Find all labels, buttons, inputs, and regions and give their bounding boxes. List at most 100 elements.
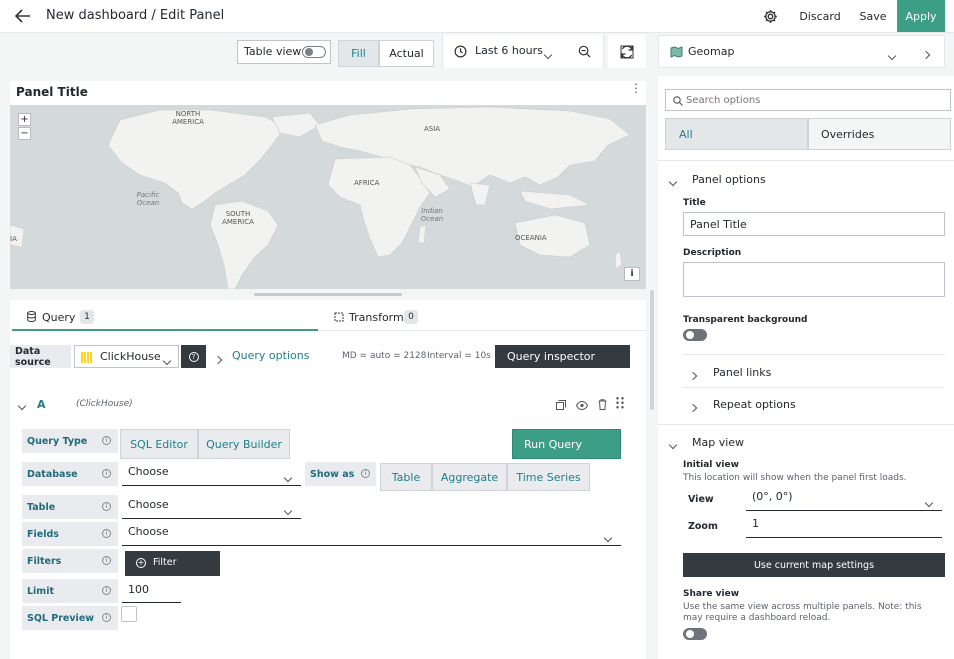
data-source-label: Data source bbox=[10, 345, 71, 368]
description-textarea[interactable] bbox=[683, 262, 945, 297]
map-label-pacific: Pacific Ocean bbox=[136, 191, 160, 207]
tab-query-label: Query bbox=[42, 311, 76, 324]
share-view-hint: Use the same view across multiple panels… bbox=[683, 602, 922, 623]
drag-handle-icon[interactable] bbox=[615, 396, 625, 410]
table-value: Choose bbox=[128, 498, 169, 511]
tab-transform-label: Transform bbox=[349, 311, 404, 324]
description-label: Description bbox=[683, 248, 742, 258]
zoom-out-icon[interactable] bbox=[577, 44, 591, 58]
view-select[interactable]: (0°, 0°) bbox=[746, 487, 942, 511]
save-button[interactable]: Save bbox=[857, 6, 889, 26]
discard-button[interactable]: Discard bbox=[796, 6, 844, 26]
splitter-handle[interactable] bbox=[254, 293, 402, 296]
search-options-input[interactable] bbox=[686, 93, 936, 107]
tab-transform-count: 0 bbox=[404, 310, 418, 324]
transparent-toggle[interactable] bbox=[683, 329, 707, 341]
data-source-select[interactable]: ClickHouse bbox=[74, 345, 179, 368]
query-builder-button[interactable]: Query Builder bbox=[198, 429, 290, 459]
tab-query[interactable]: Query 1 bbox=[12, 303, 318, 331]
time-picker[interactable]: Last 6 hours bbox=[442, 35, 604, 68]
show-as-info-icon: i bbox=[361, 469, 370, 478]
back-arrow-icon[interactable] bbox=[14, 8, 32, 24]
show-as-table[interactable]: Table bbox=[380, 463, 432, 491]
query-ds: (ClickHouse) bbox=[76, 399, 133, 409]
chevron-down-icon bbox=[543, 48, 553, 61]
tab-transform[interactable]: Transform 0 bbox=[318, 303, 646, 331]
gear-icon[interactable] bbox=[762, 8, 779, 25]
use-current-map-settings-button[interactable]: Use current map settings bbox=[683, 553, 945, 577]
database-select[interactable]: Choose bbox=[122, 462, 301, 486]
limit-value: 100 bbox=[128, 583, 149, 596]
table-view-toggle[interactable] bbox=[302, 46, 326, 58]
collapse-query-icon[interactable] bbox=[17, 399, 27, 412]
chevron-down-icon bbox=[887, 49, 897, 62]
query-ref[interactable]: A bbox=[37, 398, 46, 411]
show-as-aggregate[interactable]: Aggregate bbox=[432, 463, 507, 491]
map-label-north-america: NORTH AMERICA bbox=[172, 110, 204, 126]
chevron-down-icon bbox=[283, 471, 293, 484]
search-options[interactable] bbox=[665, 89, 951, 111]
tab-all[interactable]: All bbox=[665, 118, 808, 150]
search-icon bbox=[672, 95, 683, 106]
plus-circle-icon: + bbox=[136, 558, 146, 568]
panel-options-title[interactable]: Panel options bbox=[692, 173, 766, 186]
add-filter-button[interactable]: + Filter bbox=[125, 551, 220, 576]
sql-editor-button[interactable]: SQL Editor bbox=[120, 429, 198, 459]
zoom-value: 1 bbox=[752, 517, 759, 530]
transparent-label: Transparent background bbox=[683, 315, 808, 325]
zoom-out-button[interactable]: − bbox=[18, 127, 31, 140]
viz-picker[interactable]: Geomap bbox=[658, 35, 945, 68]
query-options-label: Query options bbox=[232, 349, 310, 362]
chevron-down-icon[interactable] bbox=[668, 438, 678, 451]
view-label: View bbox=[683, 487, 743, 511]
table-info-icon: i bbox=[102, 502, 111, 511]
share-view-toggle[interactable] bbox=[683, 628, 707, 640]
map-label-asia: ASIA bbox=[424, 125, 441, 133]
database-icon bbox=[26, 311, 36, 322]
eye-icon[interactable] bbox=[576, 400, 588, 410]
query-options-toggle[interactable]: Query options bbox=[213, 349, 315, 365]
query-scrollbar[interactable] bbox=[650, 290, 654, 410]
chevron-right-icon[interactable] bbox=[688, 401, 698, 414]
fields-select[interactable]: Choose bbox=[122, 522, 621, 546]
world-map bbox=[10, 106, 631, 289]
sql-preview-checkbox[interactable] bbox=[121, 606, 137, 622]
help-icon[interactable]: ? bbox=[181, 345, 206, 368]
actual-button[interactable]: Actual bbox=[379, 40, 434, 67]
zoom-label: Zoom bbox=[683, 514, 743, 538]
tab-query-count: 1 bbox=[80, 310, 94, 324]
map-label-asia-left: IA bbox=[10, 235, 17, 243]
refresh-icon[interactable] bbox=[608, 35, 646, 68]
fields-info-icon: i bbox=[102, 529, 111, 538]
run-query-button[interactable]: Run Query bbox=[512, 429, 621, 459]
initial-view-hint: This location will show when the panel f… bbox=[683, 473, 907, 483]
divider bbox=[683, 387, 945, 388]
page-title: New dashboard / Edit Panel bbox=[46, 8, 225, 23]
zoom-input[interactable]: 1 bbox=[746, 514, 942, 538]
map-view-title[interactable]: Map view bbox=[692, 436, 744, 449]
filter-label: Filter bbox=[153, 557, 177, 568]
duplicate-icon[interactable] bbox=[555, 399, 566, 410]
chevron-right-icon[interactable] bbox=[921, 48, 931, 61]
geomap[interactable]: NORTH AMERICA SOUTH AMERICA AFRICA ASIA … bbox=[10, 105, 646, 289]
table-select[interactable]: Choose bbox=[122, 495, 301, 519]
zoom-in-button[interactable]: + bbox=[18, 113, 31, 126]
limit-input[interactable]: 100 bbox=[122, 580, 181, 603]
panel: Panel Title ⋮ NORTH AMERICA SOUTH AMERIC… bbox=[10, 81, 646, 289]
query-inspector-button[interactable]: Query inspector bbox=[495, 345, 630, 368]
table-view-label: Table view bbox=[244, 45, 302, 58]
chevron-down-icon[interactable] bbox=[668, 175, 678, 188]
title-input[interactable]: Panel Title bbox=[683, 212, 945, 236]
database-info-icon: i bbox=[102, 469, 111, 478]
repeat-options-title[interactable]: Repeat options bbox=[713, 398, 796, 411]
trash-icon[interactable] bbox=[597, 399, 607, 410]
attribution-button[interactable]: i bbox=[624, 267, 640, 281]
fill-button[interactable]: Fill bbox=[338, 40, 379, 67]
chevron-right-icon[interactable] bbox=[688, 369, 698, 382]
tab-overrides[interactable]: Overrides bbox=[808, 118, 951, 150]
panel-menu-icon[interactable]: ⋮ bbox=[630, 82, 642, 94]
panel-links-title[interactable]: Panel links bbox=[713, 366, 771, 379]
show-as-timeseries[interactable]: Time Series bbox=[507, 463, 590, 491]
interval-info: Interval = 10s bbox=[427, 351, 491, 361]
apply-button[interactable]: Apply bbox=[897, 0, 945, 32]
